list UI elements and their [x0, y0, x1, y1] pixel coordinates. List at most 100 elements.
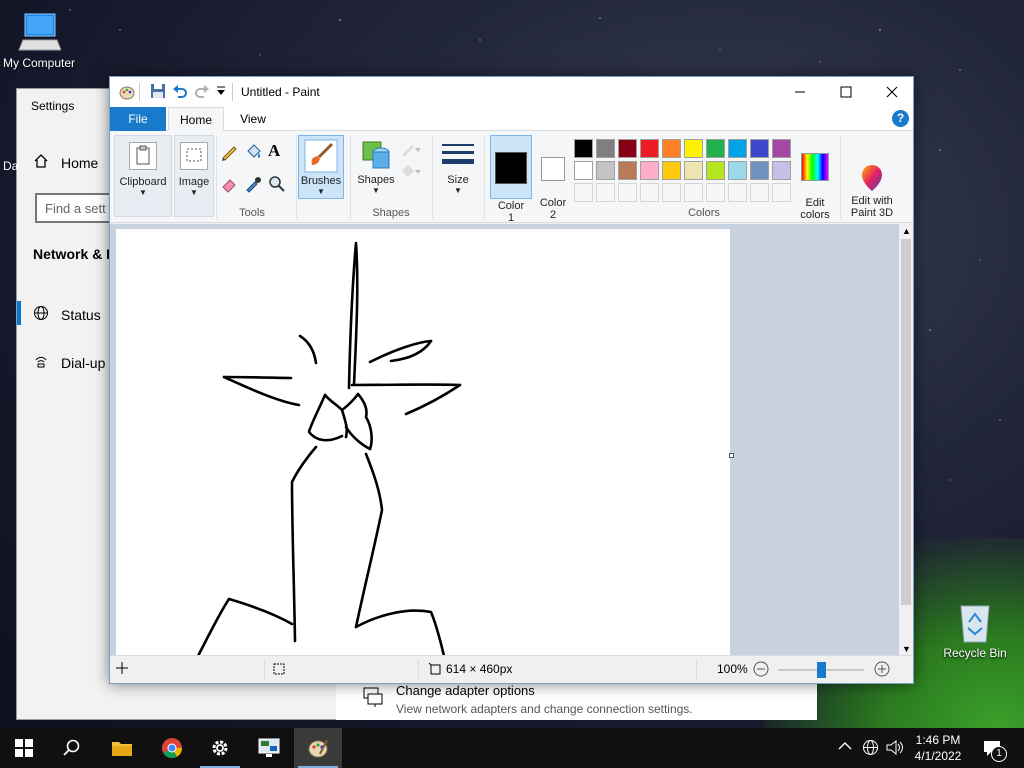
zoom-out-button[interactable]	[753, 661, 769, 680]
edit-colors-button[interactable]: Edit colors	[796, 135, 834, 221]
palette-custom-slot[interactable]	[662, 183, 681, 202]
settings-nav-label: Dial-up	[61, 354, 106, 371]
fill-icon[interactable]	[400, 163, 422, 182]
zoom-in-button[interactable]	[874, 661, 890, 680]
pencil-icon[interactable]	[220, 143, 238, 164]
network-adapter-icon	[362, 686, 384, 711]
taskbar-paint[interactable]	[294, 728, 342, 768]
taskbar-network-app[interactable]	[245, 728, 293, 768]
palette-swatch[interactable]	[706, 161, 725, 180]
color2-button[interactable]: Color 2	[534, 135, 572, 221]
show-hidden-icons-chevron-icon[interactable]	[838, 740, 852, 754]
tab-home[interactable]: Home	[168, 107, 224, 132]
clock[interactable]: 1:46 PM 4/1/2022	[912, 732, 964, 764]
palette-swatch[interactable]	[574, 161, 593, 180]
edit-with-paint3d-button[interactable]: Edit with Paint 3D	[844, 135, 900, 219]
settings-nav-dialup[interactable]: Dial-up	[33, 353, 105, 372]
paint-titlebar[interactable]: Untitled - Paint	[110, 77, 913, 107]
palette-swatch[interactable]	[728, 139, 747, 158]
chevron-down-icon: ▼	[317, 187, 325, 196]
partial-desktop-label: Da	[3, 159, 19, 173]
palette-swatch[interactable]	[662, 139, 681, 158]
palette-custom-slot[interactable]	[750, 183, 769, 202]
palette-swatch[interactable]	[662, 161, 681, 180]
palette-swatch[interactable]	[596, 139, 615, 158]
image-button[interactable]: Image ▼	[174, 135, 214, 217]
scroll-down-icon[interactable]: ▼	[902, 644, 911, 654]
maximize-button[interactable]	[823, 77, 869, 107]
volume-icon[interactable]	[886, 739, 904, 759]
palette-swatch[interactable]	[640, 139, 659, 158]
close-button[interactable]	[869, 77, 915, 107]
palette-swatch[interactable]	[618, 161, 637, 180]
save-icon[interactable]	[150, 83, 168, 101]
clipboard-button[interactable]: Clipboard ▼	[114, 135, 172, 217]
color-picker-icon[interactable]	[244, 175, 262, 196]
paint-app-icon[interactable]	[118, 83, 136, 101]
taskbar-settings[interactable]	[196, 728, 244, 768]
change-adapter-options-link[interactable]: Change adapter options View network adap…	[336, 683, 817, 720]
desktop-icon-label: Recycle Bin	[943, 646, 1007, 660]
palette-custom-slot[interactable]	[728, 183, 747, 202]
help-icon[interactable]: ?	[892, 110, 909, 127]
outline-icon[interactable]	[400, 141, 422, 160]
fill-bucket-icon[interactable]	[244, 143, 262, 164]
eraser-icon[interactable]	[220, 175, 238, 196]
scrollbar-thumb[interactable]	[901, 239, 911, 605]
taskbar-chrome[interactable]	[148, 728, 196, 768]
palette-custom-slot[interactable]	[596, 183, 615, 202]
shapes-group-label: Shapes	[372, 207, 410, 219]
magnifier-icon[interactable]	[268, 175, 286, 196]
brushes-button[interactable]: Brushes ▼	[298, 135, 344, 199]
palette-swatch[interactable]	[772, 161, 791, 180]
palette-swatch[interactable]	[596, 161, 615, 180]
desktop-icon-recycle-bin[interactable]: Recycle Bin	[930, 600, 1020, 660]
text-tool-icon[interactable]: A	[268, 141, 280, 161]
palette-swatch[interactable]	[772, 139, 791, 158]
palette-swatch[interactable]	[618, 139, 637, 158]
tab-file[interactable]: File	[110, 107, 166, 131]
palette-swatch[interactable]	[574, 139, 593, 158]
desktop-icon-my-computer[interactable]: My Computer	[0, 10, 84, 70]
settings-home-link[interactable]: Home	[33, 153, 98, 172]
paint3d-icon	[857, 151, 887, 191]
settings-nav-status[interactable]: Status	[33, 305, 101, 324]
palette-custom-slot[interactable]	[772, 183, 791, 202]
minimize-button[interactable]	[777, 77, 823, 107]
zoom-slider-thumb[interactable]	[816, 662, 826, 678]
settings-section-title: Network & I	[33, 246, 111, 262]
tab-view[interactable]: View	[228, 107, 278, 131]
palette-custom-slot[interactable]	[574, 183, 593, 202]
palette-swatch[interactable]	[640, 161, 659, 180]
settings-title: Settings	[31, 99, 75, 113]
search-button[interactable]	[48, 728, 96, 768]
palette-custom-slot[interactable]	[618, 183, 637, 202]
redo-icon[interactable]	[194, 83, 212, 101]
palette-swatch[interactable]	[750, 139, 769, 158]
color1-button[interactable]: Color 1	[490, 135, 532, 224]
shapes-button[interactable]: Shapes ▼	[354, 135, 398, 199]
vertical-scrollbar[interactable]: ▲ ▼	[899, 224, 913, 656]
canvas-resize-handle[interactable]	[729, 453, 734, 458]
brush-icon	[304, 139, 338, 173]
paint-window[interactable]: Untitled - Paint File Home View ? Clipbo…	[109, 76, 914, 684]
palette-swatch[interactable]	[684, 161, 703, 180]
palette-swatch[interactable]	[750, 161, 769, 180]
network-globe-icon[interactable]	[862, 739, 879, 759]
ribbon-separator	[350, 135, 351, 219]
taskbar-file-explorer[interactable]	[98, 728, 146, 768]
palette-custom-slot[interactable]	[640, 183, 659, 202]
palette-swatch[interactable]	[728, 161, 747, 180]
size-button[interactable]: Size ▼	[438, 135, 478, 199]
ribbon-separator	[484, 135, 485, 219]
undo-icon[interactable]	[172, 83, 190, 101]
palette-custom-slot[interactable]	[684, 183, 703, 202]
desktop-icon-label: My Computer	[2, 56, 76, 70]
palette-custom-slot[interactable]	[706, 183, 725, 202]
palette-swatch[interactable]	[684, 139, 703, 158]
scroll-up-icon[interactable]: ▲	[902, 226, 911, 236]
start-button[interactable]	[0, 728, 48, 768]
zoom-slider-track[interactable]	[778, 662, 864, 678]
palette-swatch[interactable]	[706, 139, 725, 158]
drawing-canvas[interactable]	[116, 229, 730, 656]
